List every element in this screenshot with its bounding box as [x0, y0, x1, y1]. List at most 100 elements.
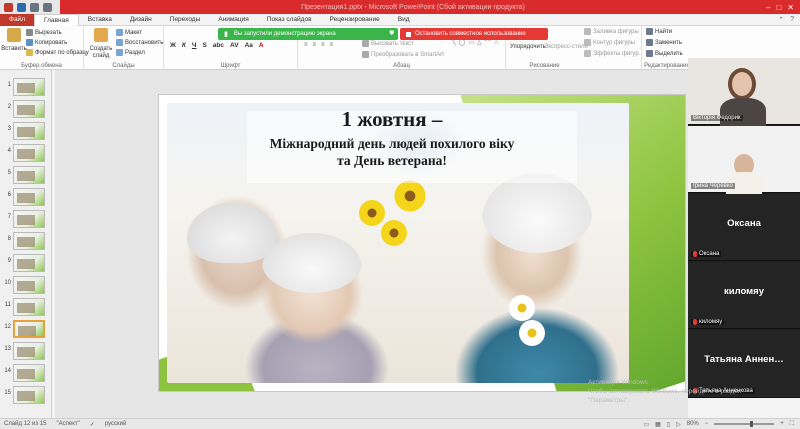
slide-thumbnail[interactable]: 12 — [3, 320, 49, 338]
quick-styles-button[interactable]: Экспресс-стили — [544, 44, 588, 50]
stop-share-text: Остановить совместное использование — [415, 31, 526, 37]
layout-icon — [116, 29, 123, 36]
tab-review[interactable]: Рецензирование — [321, 14, 389, 26]
scissors-icon — [26, 29, 33, 36]
maximize-icon[interactable]: □ — [776, 3, 781, 12]
copy-button[interactable]: Копировать — [26, 39, 67, 46]
yellow-flower — [379, 218, 409, 248]
zoom-out-icon[interactable]: − — [705, 421, 709, 427]
select-button[interactable]: Выделить — [646, 50, 683, 57]
normal-view-icon[interactable]: ▭ — [643, 421, 649, 428]
spellcheck-icon[interactable]: ✓ — [90, 421, 95, 428]
slide-thumbnail[interactable]: 10 — [3, 276, 49, 294]
reset-button[interactable]: Восстановить — [116, 39, 163, 46]
layout-button[interactable]: Макет — [116, 29, 142, 36]
minimize-ribbon-icon[interactable]: ⌃ — [778, 16, 784, 24]
slide-thumbnail[interactable]: 9 — [3, 254, 49, 272]
close-icon[interactable]: ✕ — [787, 3, 794, 12]
powerpoint-icon[interactable] — [4, 2, 13, 12]
shape-fill-button[interactable]: Заливка фигуры — [584, 28, 639, 35]
slide-thumbnail[interactable]: 5 — [3, 166, 49, 184]
align-buttons[interactable]: ≡ ≡ ≡ ≡ — [304, 42, 333, 48]
tab-view[interactable]: Вид — [389, 14, 419, 26]
new-slide-button[interactable]: Создать слайд — [88, 28, 114, 60]
replace-button[interactable]: Заменить — [646, 39, 682, 46]
slide-thumbnail[interactable]: 3 — [3, 122, 49, 140]
shape-effects-button[interactable]: Эффекты фигур — [584, 50, 639, 57]
tab-slideshow[interactable]: Показ слайдов — [258, 14, 321, 26]
slide-thumbnail[interactable]: 1 — [3, 78, 49, 96]
smartart-button[interactable]: Преобразовать в SmartArt — [362, 51, 444, 58]
slide-subtitle[interactable]: Міжнародний день людей похилого віку та … — [159, 135, 625, 169]
minimize-icon[interactable]: – — [766, 3, 770, 12]
tab-insert[interactable]: Вставка — [79, 14, 121, 26]
replace-icon — [646, 39, 653, 46]
text-direction-button[interactable]: Высовать текст — [362, 40, 414, 47]
paste-button[interactable]: Вставить — [1, 28, 27, 52]
slide-thumbnail-number: 1 — [7, 82, 11, 88]
title-bar: Презентация1.pptx - Microsoft PowerPoint… — [0, 0, 800, 14]
zoom-in-icon[interactable]: + — [780, 421, 784, 427]
thumbnail-picture — [17, 83, 35, 93]
save-icon[interactable] — [17, 2, 26, 12]
zoom-slider[interactable] — [714, 421, 775, 427]
slide-thumbnail[interactable]: 7 — [3, 210, 49, 228]
cut-button[interactable]: Вырезать — [26, 29, 62, 36]
tab-file[interactable]: Файл — [0, 13, 34, 26]
fit-slide-icon[interactable]: ⛶ — [790, 421, 794, 428]
white-flower — [517, 318, 547, 348]
shape-outline-button[interactable]: Контур фигуры — [584, 39, 635, 46]
stop-share-button[interactable]: Остановить совместное использование — [400, 28, 548, 40]
quick-access-toolbar — [0, 0, 60, 14]
slide-thumbnail-image — [13, 364, 45, 382]
slide-title[interactable]: 1 жовтня – — [159, 107, 625, 132]
participant-tile[interactable]: киломяу киломяу — [688, 262, 800, 329]
arrange-button[interactable]: Упорядочить — [510, 44, 546, 50]
slide-thumbnail[interactable]: 2 — [3, 100, 49, 118]
slide-thumbnail[interactable]: 6 — [3, 188, 49, 206]
shield-icon[interactable]: ⛊ — [389, 31, 398, 38]
slideshow-view-icon[interactable]: ▷ — [676, 421, 681, 428]
slide-thumbnail[interactable]: 11 — [3, 298, 49, 316]
participant-tile[interactable]: Оксана Оксана — [688, 194, 800, 261]
stop-icon — [406, 31, 411, 37]
group-label-drawing: Рисование — [529, 63, 560, 69]
group-label-editing: Редактирование — [644, 63, 690, 69]
screen-share-banner[interactable]: ▮ Вы запустили демонстрацию экрана ⛊ — [218, 28, 398, 40]
group-editing: Найти Заменить Выделить Редактирование — [642, 26, 692, 70]
group-clipboard: Вставить Вырезать Копировать Формат по о… — [0, 26, 89, 70]
reading-view-icon[interactable]: ▯ — [667, 421, 670, 428]
current-slide[interactable]: 1 жовтня – Міжнародний день людей похило… — [158, 94, 686, 392]
find-button[interactable]: Найти — [646, 28, 672, 35]
slide-thumbnail[interactable]: 13 — [3, 342, 49, 360]
section-button[interactable]: Раздел — [116, 49, 145, 56]
participant-tile[interactable]: Ірина Черевко — [688, 126, 800, 194]
tab-home[interactable]: Главная — [33, 13, 79, 26]
screen-share-text: Вы запустили демонстрацию экрана — [233, 31, 336, 37]
zoom-slider-knob[interactable] — [750, 421, 754, 427]
participant-big-name: киломяу — [723, 286, 765, 297]
thumbnail-picture — [17, 127, 35, 137]
slide-thumbnail[interactable]: 8 — [3, 232, 49, 250]
font-format-buttons[interactable]: Ж К Ч Sabc AV Aa A — [170, 42, 264, 49]
slide-thumbnails-panel: 1 2 3 4 5 6 7 8 9 10 11 12 13 14 15 — [0, 70, 52, 418]
language-indicator[interactable]: русский — [105, 421, 127, 427]
tab-design[interactable]: Дизайн — [121, 14, 161, 26]
slide-thumbnail[interactable]: 15 — [3, 386, 49, 404]
zoom-level[interactable]: 80% — [687, 421, 699, 427]
tab-animation[interactable]: Анимация — [209, 14, 258, 26]
sorter-view-icon[interactable]: ▦ — [655, 421, 661, 428]
format-painter-button[interactable]: Формат по образцу — [26, 49, 89, 56]
participant-name: Вікторія Федорик — [693, 115, 741, 121]
watermark-line: Активация Windows — [588, 379, 648, 386]
participant-tile[interactable]: Вікторія Федорик — [688, 58, 800, 128]
slide-thumbnail[interactable]: 4 — [3, 144, 49, 162]
slide-thumbnail-image — [13, 122, 45, 140]
slide-thumbnail[interactable]: 14 — [3, 364, 49, 382]
undo-icon[interactable] — [30, 2, 39, 12]
redo-icon[interactable] — [43, 2, 52, 12]
slide-thumbnail-image — [13, 298, 45, 316]
help-icon[interactable]: ? — [790, 16, 794, 24]
participant-big-name: Татьяна Аннен… — [704, 354, 784, 365]
tab-transitions[interactable]: Переходы — [161, 14, 210, 26]
